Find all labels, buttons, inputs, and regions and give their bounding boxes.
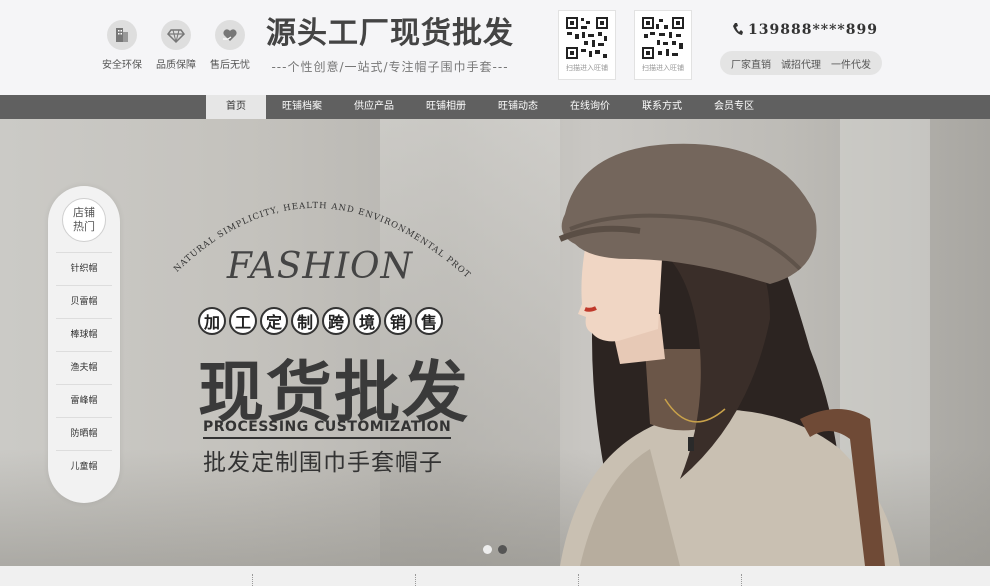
sidebar-item-lei-feng-hat[interactable]: 雷峰帽 — [56, 384, 112, 417]
heart-hand-icon — [215, 20, 245, 50]
nav-news[interactable]: 旺铺动态 — [482, 95, 554, 119]
badge-label: 安全环保 — [102, 60, 142, 71]
badge-quality: 品质保障 — [154, 20, 198, 71]
qr-code-icon — [565, 16, 609, 60]
phone-icon — [733, 23, 743, 35]
badge-aftersale: 售后无忧 — [208, 20, 252, 71]
sidebar-item-baseball-cap[interactable]: 棒球帽 — [56, 318, 112, 351]
sidebar-heading: 店铺 热门 — [62, 198, 106, 242]
service-item[interactable]: 诚招代理 — [781, 56, 821, 71]
nav-home[interactable]: 首页 — [206, 95, 266, 119]
sidebar-item-kids-hat[interactable]: 儿童帽 — [56, 450, 112, 483]
model-photo — [558, 143, 900, 566]
footer-divider — [741, 574, 742, 586]
tag-char: 定 — [260, 307, 288, 335]
footer-divider — [415, 574, 416, 586]
tag-char: 跨 — [322, 307, 350, 335]
nav-album[interactable]: 旺铺相册 — [410, 95, 482, 119]
qr-code-2[interactable]: 扫描进入旺铺 — [634, 10, 692, 80]
tag-char: 境 — [353, 307, 381, 335]
building-icon — [107, 20, 137, 50]
shop-subtitle: ---个性创意/一站式/专注帽子围巾手套--- — [271, 60, 509, 74]
fashion-title: FASHION — [226, 246, 414, 287]
tag-char: 加 — [198, 307, 226, 335]
phone-block: 139888****899 — [732, 22, 878, 38]
service-item[interactable]: 厂家直销 — [731, 56, 771, 71]
qr-code-icon — [641, 16, 685, 60]
sidebar-heading-line: 店铺 — [73, 206, 95, 219]
sidebar-item-beret[interactable]: 贝雷帽 — [56, 285, 112, 318]
service-pill: 厂家直销 诚招代理 一件代发 — [720, 51, 882, 75]
nav-members[interactable]: 会员专区 — [698, 95, 770, 119]
sidebar-item-knit-hat[interactable]: 针织帽 — [56, 252, 112, 285]
tag-char: 制 — [291, 307, 319, 335]
nav-shop-profile[interactable]: 旺铺档案 — [266, 95, 338, 119]
footer-divider — [578, 574, 579, 586]
service-tags: 加 工 定 制 跨 境 销 售 — [198, 307, 443, 335]
trust-badges: 安全环保 品质保障 售后无忧 — [100, 20, 252, 71]
tag-char: 售 — [415, 307, 443, 335]
badge-safe: 安全环保 — [100, 20, 144, 71]
hot-category-sidebar: 店铺 热门 针织帽 贝雷帽 棒球帽 渔夫帽 雷峰帽 防晒帽 儿童帽 — [48, 186, 120, 503]
footer-strip — [0, 566, 990, 586]
brand-block: 源头工厂现货批发 ---个性创意/一站式/专注帽子围巾手套--- — [262, 14, 518, 75]
banner-english-line: PROCESSING CUSTOMIZATION — [203, 419, 452, 439]
carousel-dot[interactable] — [483, 545, 492, 554]
badge-label: 品质保障 — [156, 60, 196, 71]
sidebar-item-sun-hat[interactable]: 防晒帽 — [56, 417, 112, 450]
shop-title: 源头工厂现货批发 — [266, 16, 514, 51]
service-item[interactable]: 一件代发 — [831, 56, 871, 71]
sidebar-item-bucket-hat[interactable]: 渔夫帽 — [56, 351, 112, 384]
tag-char: 工 — [229, 307, 257, 335]
badge-label: 售后无忧 — [210, 60, 250, 71]
qr-code-1[interactable]: 扫描进入旺铺 — [558, 10, 616, 80]
nav-inquiry[interactable]: 在线询价 — [554, 95, 626, 119]
nav-contact[interactable]: 联系方式 — [626, 95, 698, 119]
diamond-icon — [161, 20, 191, 50]
hero-banner[interactable]: 店铺 热门 针织帽 贝雷帽 棒球帽 渔夫帽 雷峰帽 防晒帽 儿童帽 NATURAL… — [0, 119, 990, 566]
nav-products[interactable]: 供应产品 — [338, 95, 410, 119]
qr-label: 扫描进入旺铺 — [566, 64, 608, 72]
carousel-dots — [483, 545, 507, 554]
tag-char: 销 — [384, 307, 412, 335]
banner-sub-line: 批发定制围巾手套帽子 — [203, 450, 443, 476]
qr-label: 扫描进入旺铺 — [642, 64, 684, 72]
carousel-dot-active[interactable] — [498, 545, 507, 554]
sidebar-heading-line: 热门 — [73, 220, 95, 233]
phone-number: 139888****899 — [748, 22, 878, 38]
shop-header: 安全环保 品质保障 售后无忧 源头工厂现货批发 ---个性创意/一站式/专注帽子… — [0, 0, 990, 95]
main-nav: 首页 旺铺档案 供应产品 旺铺相册 旺铺动态 在线询价 联系方式 会员专区 — [0, 95, 990, 119]
footer-divider — [252, 574, 253, 586]
